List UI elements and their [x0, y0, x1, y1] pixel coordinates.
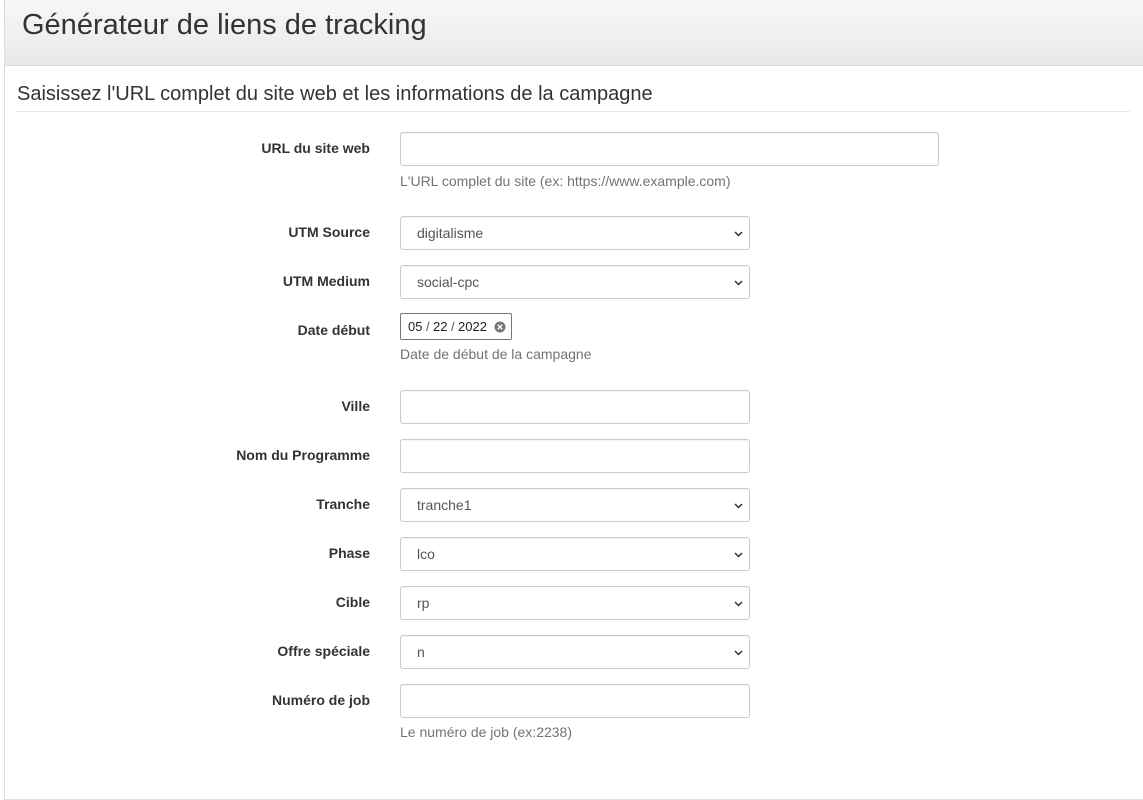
- page-title: Générateur de liens de tracking: [22, 9, 427, 41]
- cible-select[interactable]: rp: [400, 586, 750, 620]
- date-year-segment[interactable]: 2022: [458, 319, 487, 334]
- panel-heading: Générateur de liens de tracking: [5, 0, 1143, 66]
- tranche-selected-value: tranche1: [417, 497, 472, 513]
- ville-input[interactable]: [400, 390, 750, 424]
- phase-select[interactable]: lco: [400, 537, 750, 571]
- offre-speciale-select[interactable]: n: [400, 635, 750, 669]
- chevron-down-icon: [734, 280, 743, 286]
- url-help-text: L'URL complet du site (ex: https://www.e…: [400, 173, 731, 189]
- cible-label: Cible: [335, 594, 370, 610]
- chevron-down-icon: [734, 503, 743, 509]
- ville-label: Ville: [341, 398, 370, 414]
- section-divider: [15, 111, 1130, 112]
- offre-speciale-selected-value: n: [417, 644, 425, 660]
- chevron-down-icon: [734, 552, 743, 558]
- date-separator: /: [426, 319, 430, 334]
- chevron-down-icon: [734, 601, 743, 607]
- date-separator: /: [451, 319, 455, 334]
- date-month-segment[interactable]: 05: [408, 319, 422, 334]
- utm-medium-label: UTM Medium: [282, 273, 370, 289]
- date-debut-label: Date début: [297, 322, 370, 338]
- utm-medium-select[interactable]: social-cpc: [400, 265, 750, 299]
- numero-job-help-text: Le numéro de job (ex:2238): [400, 724, 572, 740]
- section-title: Saisissez l'URL complet du site web et l…: [17, 83, 653, 105]
- url-label: URL du site web: [261, 140, 370, 156]
- tranche-select[interactable]: tranche1: [400, 488, 750, 522]
- numero-job-input[interactable]: [400, 684, 750, 718]
- numero-job-label: Numéro de job: [271, 692, 370, 708]
- date-debut-input[interactable]: 05 / 22 / 2022: [400, 313, 512, 340]
- nom-programme-label: Nom du Programme: [236, 447, 370, 463]
- url-input[interactable]: [400, 132, 939, 166]
- nom-programme-input[interactable]: [400, 439, 750, 473]
- tranche-label: Tranche: [316, 496, 370, 512]
- utm-source-selected-value: digitalisme: [417, 225, 484, 241]
- utm-source-label: UTM Source: [288, 224, 370, 240]
- phase-selected-value: lco: [417, 546, 435, 562]
- phase-label: Phase: [328, 545, 370, 561]
- chevron-down-icon: [734, 650, 743, 656]
- date-day-segment[interactable]: 22: [433, 319, 447, 334]
- clear-circle-icon[interactable]: [494, 321, 506, 333]
- cible-selected-value: rp: [417, 595, 430, 611]
- chevron-down-icon: [734, 231, 743, 237]
- utm-source-select[interactable]: digitalisme: [400, 216, 750, 250]
- utm-medium-selected-value: social-cpc: [417, 274, 480, 290]
- offre-speciale-label: Offre spéciale: [277, 643, 370, 659]
- date-debut-help-text: Date de début de la campagne: [400, 346, 592, 362]
